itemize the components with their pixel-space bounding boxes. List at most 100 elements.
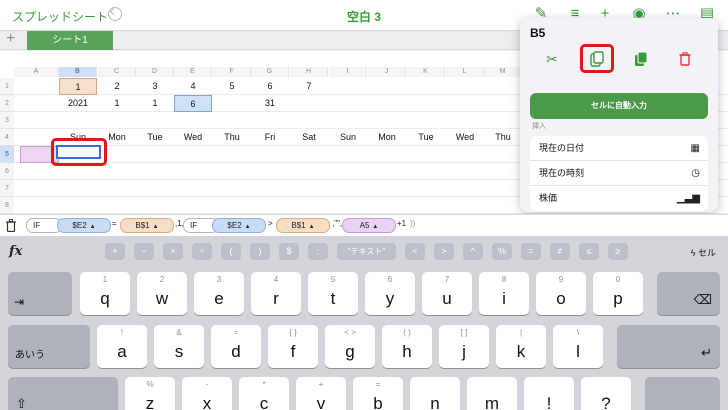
cell-f1[interactable]: 5 <box>217 78 247 95</box>
row-header-5[interactable]: 5 <box>0 146 14 163</box>
column-header-l[interactable]: L <box>446 67 484 77</box>
letter-key-y[interactable]: 6y <box>365 272 415 315</box>
paste-icon[interactable] <box>630 48 652 70</box>
column-header-d[interactable]: D <box>136 67 174 77</box>
column-header-h[interactable]: H <box>290 67 328 77</box>
letter-key-j[interactable]: [ ] j <box>439 325 489 368</box>
letter-key-n[interactable]: n <box>410 377 460 410</box>
column-header-a[interactable]: A <box>14 67 59 77</box>
cell-j4[interactable]: Mon <box>369 129 405 146</box>
letter-key-k[interactable]: | k <box>496 325 546 368</box>
letter-key-d[interactable]: = d <box>211 325 261 368</box>
add-sheet-icon[interactable]: + <box>6 30 15 48</box>
column-header-j[interactable]: J <box>368 67 406 77</box>
insert-current-date[interactable]: 現在の日付 ▦ <box>530 136 708 161</box>
letter-key-c[interactable]: * c <box>239 377 289 410</box>
cell-g2[interactable]: 31 <box>255 95 285 112</box>
cut-icon[interactable]: ✂ <box>541 48 563 70</box>
operator-key[interactable]: > <box>434 243 454 260</box>
letter-key-t[interactable]: 5t <box>308 272 358 315</box>
letter-key-x[interactable]: -x <box>182 377 232 410</box>
letter-key-f[interactable]: { } f <box>268 325 318 368</box>
cell-d4[interactable]: Tue <box>137 129 173 146</box>
letter-key-b[interactable]: = b <box>353 377 403 410</box>
autofill-cells-button[interactable]: セルに自動入力 <box>530 93 708 119</box>
tab-sheet1[interactable]: シート1 <box>27 31 113 50</box>
operator-key[interactable]: ÷ <box>192 243 212 260</box>
cell-b1[interactable]: 1 <box>59 78 97 95</box>
language-key[interactable]: あいう <box>8 325 90 368</box>
letter-key-exclaim[interactable]: ! <box>524 377 574 410</box>
letter-key-e[interactable]: 3e <box>194 272 244 315</box>
cell-e1[interactable]: 4 <box>178 78 208 95</box>
operator-key[interactable]: < <box>405 243 425 260</box>
operator-key[interactable]: ) <box>250 243 270 260</box>
cell-e2[interactable]: 6 <box>174 95 212 112</box>
letter-key-v[interactable]: + v <box>296 377 346 410</box>
cell-d2[interactable]: 1 <box>140 95 170 112</box>
row-header-2[interactable]: 2 <box>0 95 14 112</box>
letter-key-question[interactable]: ? <box>581 377 631 410</box>
row-header-8[interactable]: 8 <box>0 197 14 214</box>
return-key[interactable]: ↵ <box>617 325 720 368</box>
letter-key-w[interactable]: 2w <box>137 272 187 315</box>
formula-ref-b1[interactable]: B$1 ▲ <box>276 218 330 233</box>
letter-key-u[interactable]: 7u <box>422 272 472 315</box>
trash-icon[interactable] <box>6 219 16 232</box>
cell-g4[interactable]: Fri <box>252 129 288 146</box>
column-header-e[interactable]: E <box>174 67 212 77</box>
operator-key[interactable]: $ <box>279 243 299 260</box>
row-header-4[interactable]: 4 <box>0 129 14 146</box>
letter-key-g[interactable]: < > g <box>325 325 375 368</box>
ref-menu-icon[interactable]: ▲ <box>153 224 159 230</box>
operator-key[interactable]: ( <box>221 243 241 260</box>
column-header-f[interactable]: F <box>213 67 251 77</box>
shift-key-left[interactable]: ⇧ <box>8 377 118 410</box>
letter-key-s[interactable]: & s <box>154 325 204 368</box>
formula-ref-e2[interactable]: $E2 ▲ <box>57 218 111 233</box>
formula-editor[interactable]: IF $E2 ▲ = B$1 ▲ ,1, IF $E2 ▲ > B$1 ▲ ,"", A… <box>0 214 728 236</box>
ref-menu-icon[interactable]: ▲ <box>90 224 96 230</box>
cell-b2[interactable]: 2021 <box>63 95 93 112</box>
cell-toggle-button[interactable]: ϟ セル <box>691 246 716 259</box>
cell-l4[interactable]: Wed <box>447 129 483 146</box>
cell-c1[interactable]: 2 <box>102 78 132 95</box>
cell-i4[interactable]: Sun <box>330 129 366 146</box>
letter-key-o[interactable]: 9o <box>536 272 586 315</box>
letter-key-z[interactable]: % z <box>125 377 175 410</box>
cell-m4[interactable]: Thu <box>485 129 521 146</box>
backspace-key[interactable]: ⌫ <box>657 272 720 315</box>
operator-key[interactable]: ≥ <box>608 243 628 260</box>
letter-key-a[interactable]: ! a <box>97 325 147 368</box>
operator-key[interactable]: − <box>134 243 154 260</box>
cell-c2[interactable]: 1 <box>102 95 132 112</box>
shift-key-right[interactable] <box>645 377 720 410</box>
cell-g1[interactable]: 6 <box>255 78 285 95</box>
column-header-i[interactable]: I <box>329 67 367 77</box>
column-header-k[interactable]: K <box>407 67 445 77</box>
delete-icon[interactable] <box>674 48 696 70</box>
operator-key[interactable]: ≤ <box>579 243 599 260</box>
letter-key-r[interactable]: 4r <box>251 272 301 315</box>
operator-key[interactable]: ≠ <box>550 243 570 260</box>
cell-k4[interactable]: Tue <box>408 129 444 146</box>
cell-f4[interactable]: Thu <box>214 129 250 146</box>
tab-key[interactable]: ⇥ <box>8 272 72 315</box>
operator-key[interactable]: "テキスト" <box>337 243 396 260</box>
column-header-m[interactable]: M <box>484 67 522 77</box>
insert-current-time[interactable]: 現在の時刻 ◷ <box>530 161 708 186</box>
cell-d1[interactable]: 3 <box>140 78 170 95</box>
cell-h4[interactable]: Sat <box>291 129 327 146</box>
function-browser-icon[interactable]: fx <box>9 244 22 259</box>
operator-key[interactable]: × <box>163 243 183 260</box>
cell-h1[interactable]: 7 <box>294 78 324 95</box>
letter-key-q[interactable]: 1q <box>80 272 130 315</box>
row-header-6[interactable]: 6 <box>0 163 14 180</box>
operator-key[interactable]: = <box>521 243 541 260</box>
column-header-c[interactable]: C <box>98 67 136 77</box>
ref-menu-icon[interactable]: ▲ <box>309 224 315 230</box>
letter-key-i[interactable]: 8i <box>479 272 529 315</box>
formula-ref-a5[interactable]: A5 ▲ <box>342 218 396 233</box>
formula-ref-e2[interactable]: $E2 ▲ <box>212 218 266 233</box>
operator-key[interactable]: : <box>308 243 328 260</box>
